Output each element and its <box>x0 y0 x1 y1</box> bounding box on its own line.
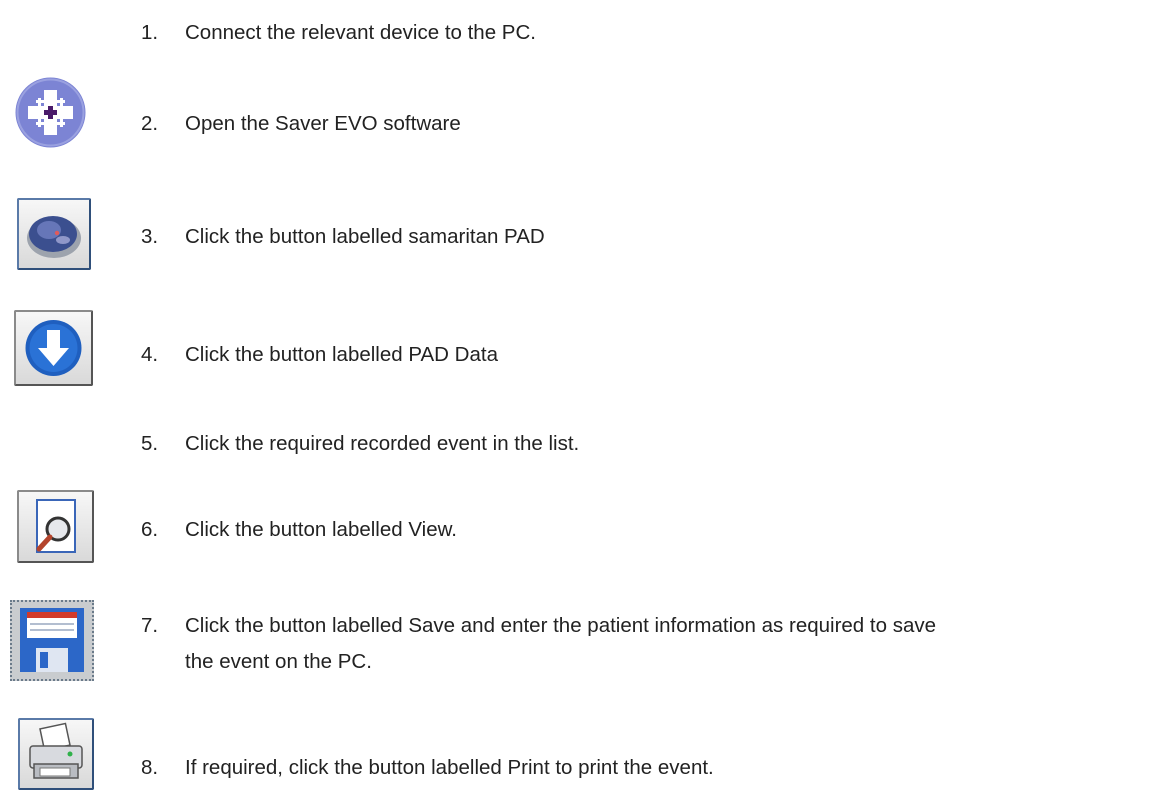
samaritan-pad-icon[interactable] <box>17 198 91 270</box>
step-text: Connect the relevant device to the PC. <box>185 21 536 44</box>
step-number: 5. <box>141 432 159 455</box>
step-text: If required, click the button labelled P… <box>185 756 714 779</box>
view-magnifier-icon[interactable] <box>17 490 94 563</box>
step-number: 7. <box>141 614 159 637</box>
step-text: Click the button labelled View. <box>185 518 457 541</box>
step-text: Click the button labelled PAD Data <box>185 343 498 366</box>
step-number: 8. <box>141 756 159 779</box>
step-text: Click the button labelled Save and enter… <box>185 614 936 637</box>
step-text: Open the Saver EVO software <box>185 112 461 135</box>
save-floppy-icon[interactable] <box>10 600 94 681</box>
step-text: Click the button labelled samaritan PAD <box>185 225 545 248</box>
step-number: 1. <box>141 21 159 44</box>
step-number: 4. <box>141 343 159 366</box>
step-number: 6. <box>141 518 159 541</box>
step-text-continuation: the event on the PC. <box>185 650 372 673</box>
step-number: 2. <box>141 112 159 135</box>
printer-icon[interactable] <box>18 718 94 790</box>
step-number: 3. <box>141 225 159 248</box>
saver-evo-app-icon[interactable] <box>14 76 87 149</box>
download-arrow-icon[interactable] <box>14 310 93 386</box>
step-text: Click the required recorded event in the… <box>185 432 580 455</box>
